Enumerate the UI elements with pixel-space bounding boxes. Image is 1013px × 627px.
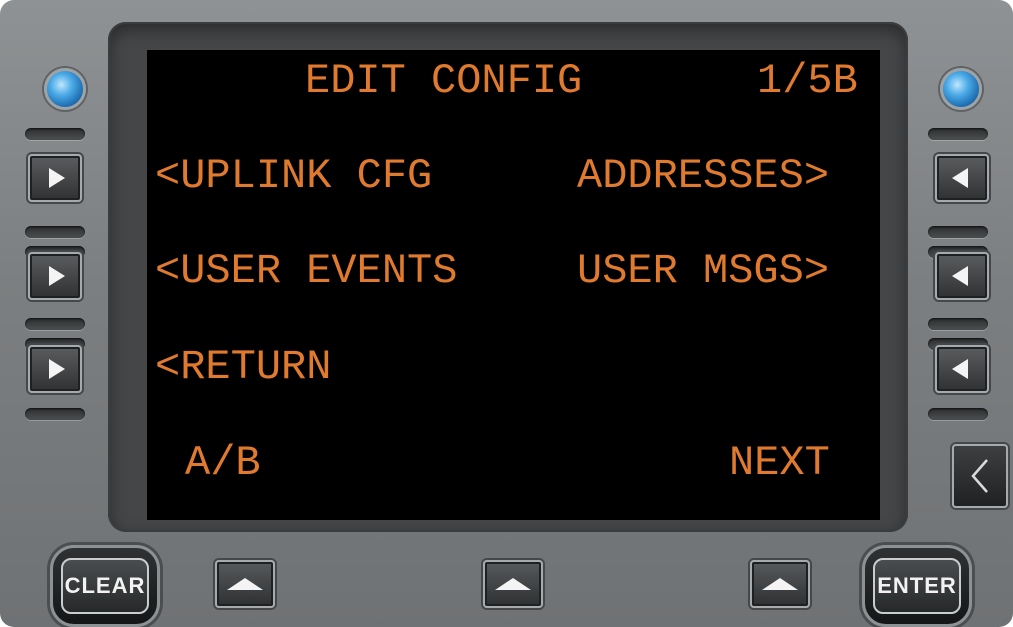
right-line-select-key-2[interactable]	[935, 252, 989, 300]
right-slot-divider	[928, 128, 988, 140]
left-line-select-key-3[interactable]	[28, 345, 82, 393]
left-slot-divider	[25, 408, 85, 420]
left-blue-led-icon	[44, 68, 86, 110]
triangle-up-icon	[762, 578, 798, 590]
row2-left-label: <USER EVENTS	[155, 247, 458, 295]
row1-right-label: ADDRESSES>	[577, 152, 830, 200]
bottom-left-label: A/B	[185, 439, 261, 487]
left-slot-divider	[25, 318, 85, 330]
back-button[interactable]	[952, 444, 1008, 508]
row2-right-label: USER MSGS>	[577, 247, 830, 295]
left-slot-divider	[25, 226, 85, 238]
row3-left-label: <RETURN	[155, 343, 332, 391]
right-line-select-key-1[interactable]	[935, 154, 989, 202]
triangle-right-icon	[49, 168, 65, 188]
triangle-up-icon	[495, 578, 531, 590]
left-line-select-key-2[interactable]	[28, 252, 82, 300]
clear-button[interactable]: CLEAR	[50, 545, 160, 627]
enter-button-label: ENTER	[873, 558, 961, 614]
triangle-right-icon	[49, 359, 65, 379]
left-line-select-key-1[interactable]	[28, 154, 82, 202]
chevron-left-icon	[971, 459, 988, 493]
left-slot-divider	[25, 128, 85, 140]
right-slot-divider	[928, 226, 988, 238]
row1-left-label: <UPLINK CFG	[155, 152, 433, 200]
triangle-left-icon	[952, 359, 968, 379]
right-slot-divider	[928, 318, 988, 330]
page-title: EDIT CONFIG	[305, 57, 583, 105]
enter-button[interactable]: ENTER	[862, 545, 972, 627]
triangle-up-icon	[227, 578, 263, 590]
triangle-left-icon	[952, 266, 968, 286]
bottom-key-center[interactable]	[483, 560, 543, 608]
right-blue-led-icon	[940, 68, 982, 110]
bottom-key-right[interactable]	[750, 560, 810, 608]
right-slot-divider	[928, 408, 988, 420]
triangle-left-icon	[952, 168, 968, 188]
page-number: 1/5B	[757, 57, 858, 105]
clear-button-label: CLEAR	[61, 558, 149, 614]
right-line-select-key-3[interactable]	[935, 345, 989, 393]
display-screen: EDIT CONFIG 1/5B <UPLINK CFG ADDRESSES> …	[147, 50, 880, 520]
triangle-right-icon	[49, 266, 65, 286]
bottom-right-label: NEXT	[729, 439, 830, 487]
bottom-key-left[interactable]	[215, 560, 275, 608]
